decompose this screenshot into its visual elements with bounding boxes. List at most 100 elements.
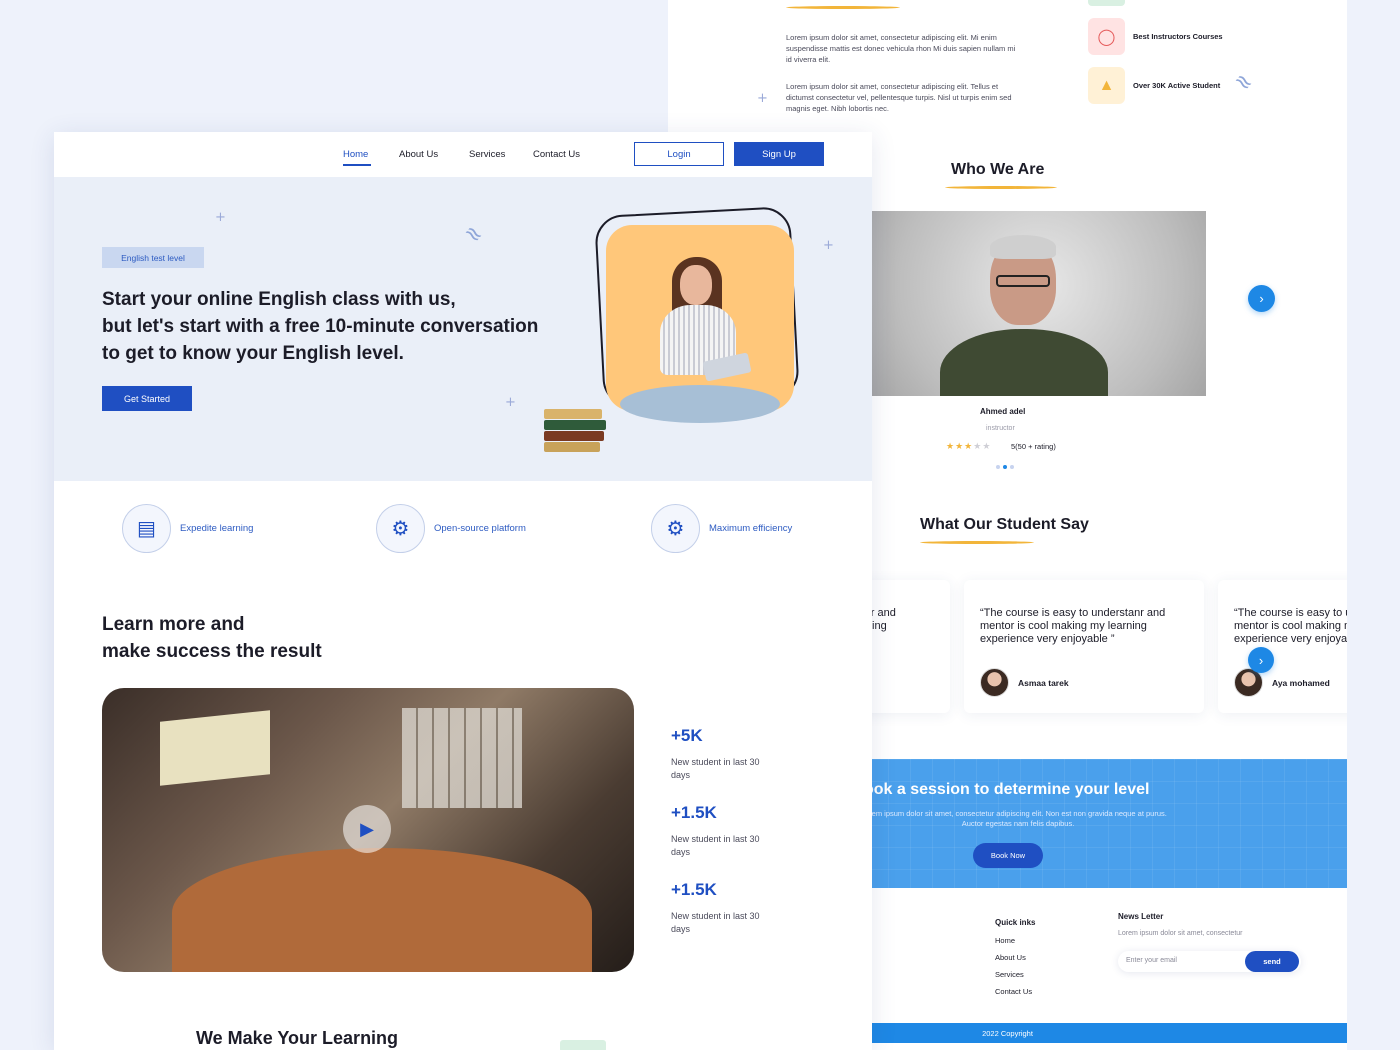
feature-expedite-learning: ▤ Expedite learning [122, 504, 253, 553]
level-tag: English test level [102, 247, 204, 268]
decorative-underline [786, 6, 900, 9]
books-icon [544, 409, 606, 452]
squiggle-decoration-icon: ≈ [1228, 66, 1259, 99]
decorative-chip [560, 1040, 606, 1050]
carousel-dots[interactable] [996, 465, 1014, 469]
nav-contact[interactable]: Contact Us [533, 149, 580, 160]
plus-decoration-icon: + [215, 210, 226, 225]
hero-title-line: to get to know your English level. [102, 343, 404, 364]
avatar [980, 668, 1009, 697]
footer-heading: Quick inks [995, 918, 1036, 927]
newsletter-description: Lorem ipsum dolor sit amet, consectetur [1118, 930, 1243, 937]
get-started-button[interactable]: Get Started [102, 386, 192, 411]
testimonials-title: What Our Student Say [920, 516, 1089, 533]
plus-decoration-icon: + [505, 395, 516, 410]
award-icon: ◯ [1088, 18, 1125, 55]
feature-maximum-efficiency: ⚙ Maximum efficiency [651, 504, 792, 553]
testimonial-card: “The course is easy to understanr and me… [1218, 580, 1347, 713]
feature-label: Maximum efficiency [709, 523, 793, 534]
highlight-chip [1088, 0, 1125, 6]
video-thumbnail[interactable]: ▶ [102, 688, 634, 972]
plus-decoration-icon: + [823, 238, 834, 253]
carousel-dot[interactable] [1010, 465, 1014, 469]
rating-text: 5(50 + rating) [1011, 442, 1056, 451]
star-icon: ★ [955, 441, 965, 451]
feature-label: Open-source platform [434, 523, 526, 534]
hero-title: Start your online English class with us,… [102, 286, 582, 367]
learn-title-line: make success the result [102, 641, 322, 662]
carousel-dot[interactable] [1003, 465, 1007, 469]
star-icon: ★ [964, 441, 974, 451]
bottom-section-title: We Make Your Learning [196, 1028, 399, 1048]
instructor-name: Ahmed adel [980, 407, 1026, 416]
star-icon: ★ [973, 441, 983, 451]
testimonial-quote: “The course is easy to understanr and me… [980, 607, 1166, 645]
testimonial-card: “The course is easy to understanr and me… [964, 580, 1204, 713]
learn-title-line: Learn more and [102, 614, 245, 635]
feature-open-source: ⚙ Open-source platform [376, 504, 526, 553]
play-button[interactable]: ▶ [343, 805, 391, 853]
highlight-label: Over 30K Active Student [1133, 81, 1221, 90]
squiggle-decoration-icon: ≈ [458, 218, 489, 251]
title-underline [920, 541, 1034, 544]
chevron-right-icon: › [1258, 652, 1264, 668]
who-we-are-title: Who We Are [951, 161, 1045, 178]
footer-heading: News Letter [1118, 912, 1164, 921]
stat-value: +1.5K [671, 803, 717, 822]
book-now-button[interactable]: Book Now [973, 843, 1043, 868]
hero-title-line: Start your online English class with us, [102, 289, 456, 310]
hero-illustration [620, 385, 780, 423]
stat-value: +1.5K [671, 880, 717, 899]
next-testimonial-button[interactable]: › [1248, 647, 1274, 673]
stat-label: New student in last 30 days [671, 911, 760, 934]
login-button[interactable]: Login [634, 142, 724, 166]
footer-link-contact[interactable]: Contact Us [995, 987, 1035, 996]
nav-about[interactable]: About Us [399, 149, 438, 160]
footer-link-about[interactable]: About Us [995, 953, 1035, 962]
instructor-role: instructor [986, 425, 1015, 432]
testimonial-quote: “The course is easy to understanr and me… [1234, 607, 1347, 645]
title-underline [945, 186, 1057, 189]
highlight-label: Best Instructors Courses [1133, 32, 1223, 41]
footer-newsletter: News Letter [1118, 912, 1163, 930]
hero-section: + + + ≈ English test level Start your on… [54, 177, 872, 481]
carousel-dot[interactable] [996, 465, 1000, 469]
instructor-photo [872, 211, 1206, 396]
testimonial-author: Asmaa tarek [980, 668, 1069, 697]
graduation-cap-icon: ▲ [1088, 67, 1125, 104]
author-name: Asmaa tarek [1018, 677, 1069, 688]
platform-icon: ⚙ [376, 504, 425, 553]
book-icon: ▤ [122, 504, 171, 553]
intro-paragraph: Lorem ipsum dolor sit amet, consectetur … [786, 33, 1016, 64]
star-icon: ★ [982, 441, 992, 451]
testimonial-author: Aya mohamed [1234, 668, 1330, 697]
hero-title-line: but let's start with a free 10-minute co… [102, 316, 539, 337]
learn-title: Learn more and make success the result [102, 611, 322, 665]
stat-label: New student in last 30 days [671, 834, 760, 857]
book-title: ook a session to determine your level [864, 781, 1150, 798]
author-name: Aya mohamed [1272, 677, 1330, 688]
book-subtitle: rem ipsum dolor sit amet, consectetur ad… [869, 809, 1167, 828]
intro-paragraph: Lorem ipsum dolor sit amet, consectetur … [786, 82, 1012, 113]
nav-home[interactable]: Home [343, 149, 368, 160]
footer-quick-links: Quick inks Home About Us Services Contac… [995, 918, 1035, 1004]
plus-decoration-icon: + [757, 91, 768, 106]
stat-value: +5K [671, 726, 703, 745]
nav-services[interactable]: Services [469, 149, 505, 160]
signup-button[interactable]: Sign Up [734, 142, 824, 166]
footer-link-home[interactable]: Home [995, 936, 1035, 945]
highlight-best-instructors: ◯ Best Instructors Courses [1088, 18, 1223, 55]
highlight-active-students: ▲ Over 30K Active Student [1088, 67, 1220, 104]
footer-link-services[interactable]: Services [995, 970, 1035, 979]
stat-label: New student in last 30 days [671, 757, 760, 780]
chevron-right-icon: › [1259, 291, 1264, 306]
nav-active-indicator [343, 164, 371, 166]
play-icon: ▶ [360, 818, 374, 839]
front-page: Home About Us Services Contact Us Login … [54, 132, 872, 1050]
next-instructor-button[interactable]: › [1248, 285, 1275, 312]
feature-label: Expedite learning [180, 523, 254, 534]
send-button[interactable]: send [1245, 951, 1299, 972]
top-navigation: Home About Us Services Contact Us Login … [54, 132, 872, 177]
gear-icon: ⚙ [651, 504, 700, 553]
star-icon: ★ [946, 441, 956, 451]
